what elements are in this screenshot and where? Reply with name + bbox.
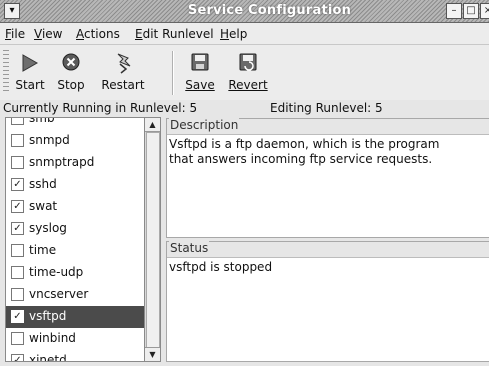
menu-bar: File View Actions Edit Runlevel Help xyxy=(0,23,489,45)
window-title: Service Configuration xyxy=(187,3,352,18)
menu-file[interactable]: File xyxy=(5,27,25,41)
scroll-up-arrow-icon[interactable]: ▲ xyxy=(145,118,160,132)
status-panel: Status vsftpd is stopped xyxy=(166,241,489,362)
list-item[interactable]: ✓ syslog xyxy=(6,218,144,240)
close-button[interactable]: × xyxy=(480,3,489,19)
service-list[interactable]: smb snmpd snmptrapd ✓ sshd ✓ swat ✓ sysl… xyxy=(5,117,145,362)
description-panel: Description Vsftpd is a ftp daemon, whic… xyxy=(166,118,489,238)
service-checkbox[interactable] xyxy=(11,118,24,125)
revert-label: Revert xyxy=(228,78,268,92)
list-item[interactable]: vncserver xyxy=(6,284,144,306)
stop-icon xyxy=(62,53,80,71)
service-checkbox[interactable] xyxy=(11,332,24,345)
window-menu-icon[interactable]: ▾ xyxy=(4,3,20,19)
save-label: Save xyxy=(185,78,215,92)
service-checkbox[interactable]: ✓ xyxy=(11,354,24,361)
save-button[interactable]: Save xyxy=(183,49,217,92)
description-label: Description xyxy=(169,118,240,132)
floppy-disk-icon xyxy=(191,53,209,71)
service-checkbox[interactable] xyxy=(11,156,24,169)
status-label: Status xyxy=(169,241,210,255)
runlevel-status-line: Currently Running in Runlevel: 5 Editing… xyxy=(0,100,489,116)
list-item[interactable]: ✓ swat xyxy=(6,196,144,218)
menu-help[interactable]: Help xyxy=(220,27,247,41)
stop-button[interactable]: Stop xyxy=(54,49,88,92)
service-checkbox[interactable]: ✓ xyxy=(11,178,24,191)
description-text: Vsftpd is a ftp daemon, which is the pro… xyxy=(169,137,440,166)
maximize-button[interactable]: □ xyxy=(463,3,479,19)
toolbar-separator xyxy=(172,51,174,95)
menu-view[interactable]: View xyxy=(34,27,62,41)
toolbar-grip[interactable] xyxy=(3,50,9,94)
revert-icon xyxy=(239,53,257,71)
start-button[interactable]: Start xyxy=(14,49,46,92)
restart-button[interactable]: Restart xyxy=(98,49,148,92)
menu-actions[interactable]: Actions xyxy=(76,27,120,41)
status-textarea[interactable]: vsftpd is stopped xyxy=(167,257,489,361)
list-item[interactable]: time xyxy=(6,240,144,262)
service-checkbox[interactable] xyxy=(11,266,24,279)
scroll-down-arrow-icon[interactable]: ▼ xyxy=(145,347,160,361)
list-item[interactable]: time-udp xyxy=(6,262,144,284)
service-checkbox[interactable]: ✓ xyxy=(11,222,24,235)
revert-button[interactable]: Revert xyxy=(228,49,268,92)
list-item[interactable]: winbind xyxy=(6,328,144,350)
current-runlevel-text: Currently Running in Runlevel: 5 xyxy=(3,101,198,115)
restart-icon xyxy=(117,53,131,74)
status-text: vsftpd is stopped xyxy=(169,260,273,274)
minimize-button[interactable]: – xyxy=(446,3,462,19)
list-item-selected[interactable]: ✓ vsftpd xyxy=(6,306,144,328)
scrollbar-thumb[interactable] xyxy=(146,132,160,349)
list-item[interactable]: snmpd xyxy=(6,130,144,152)
title-bar[interactable]: ▾ Service Configuration – □ × xyxy=(0,0,489,23)
list-item[interactable]: ✓ sshd xyxy=(6,174,144,196)
window: ▾ Service Configuration – □ × File View … xyxy=(0,0,489,366)
list-item[interactable]: ✓ xinetd xyxy=(6,350,144,361)
service-checkbox[interactable]: ✓ xyxy=(11,310,24,323)
menu-edit-runlevel[interactable]: Edit Runlevel xyxy=(135,27,214,41)
list-item[interactable]: snmptrapd xyxy=(6,152,144,174)
list-item[interactable]: smb xyxy=(6,118,144,130)
service-checkbox[interactable] xyxy=(11,134,24,147)
editing-runlevel-text: Editing Runlevel: 5 xyxy=(270,101,383,115)
play-icon xyxy=(22,54,39,72)
service-checkbox[interactable] xyxy=(11,288,24,301)
list-scrollbar[interactable]: ▲ ▼ xyxy=(144,117,161,362)
description-textarea[interactable]: Vsftpd is a ftp daemon, which is the pro… xyxy=(167,134,489,237)
service-checkbox[interactable]: ✓ xyxy=(11,200,24,213)
service-checkbox[interactable] xyxy=(11,244,24,257)
toolbar: Start Stop Restart Save Revert xyxy=(0,45,489,101)
